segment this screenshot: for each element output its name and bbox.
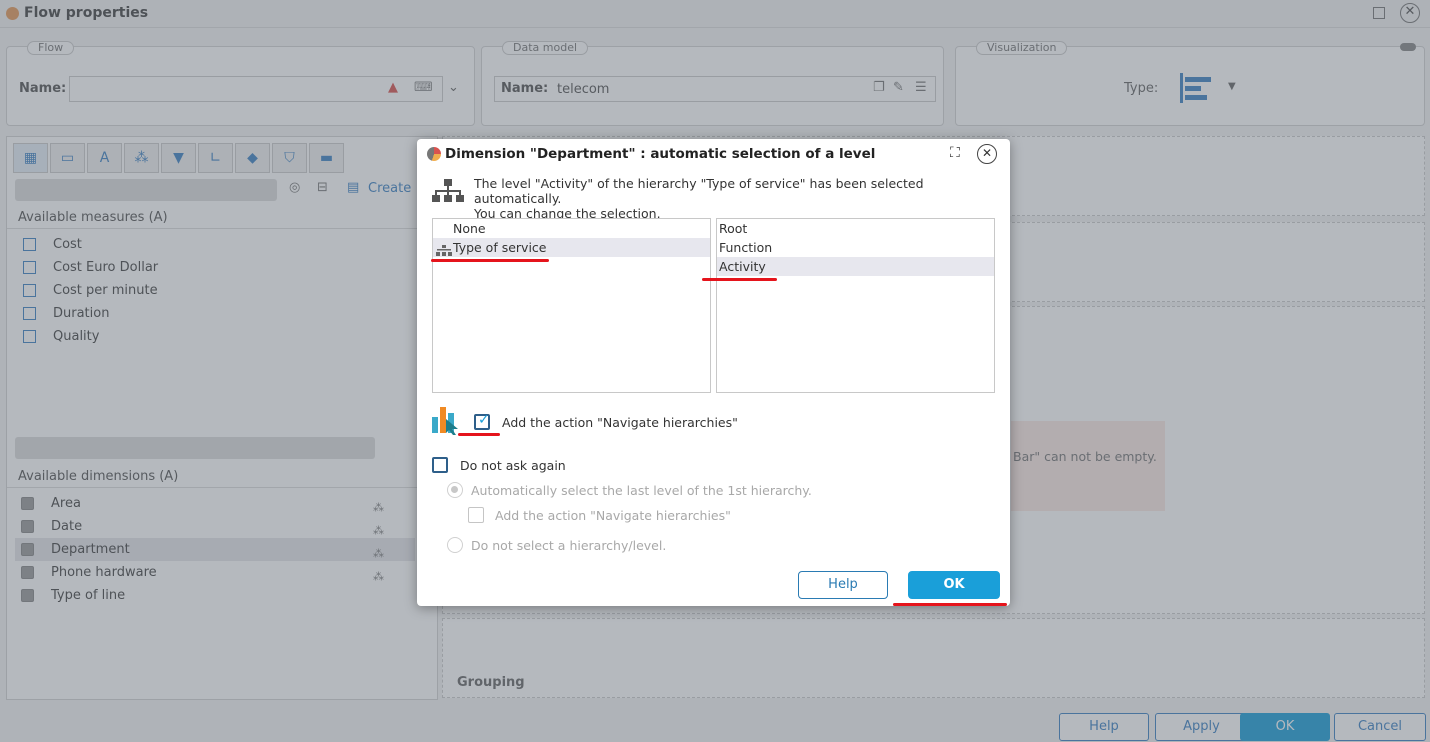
do-not-ask-label: Do not ask again: [460, 458, 566, 473]
message-line-1: The level "Activity" of the hierarchy "T…: [474, 176, 924, 206]
level-list: Root Function Activity: [716, 218, 995, 393]
sub-add-action-label: Add the action "Navigate hierarchies": [495, 508, 731, 523]
dialog-message: The level "Activity" of the hierarchy "T…: [474, 176, 1010, 221]
no-select-label: Do not select a hierarchy/level.: [471, 538, 667, 553]
auto-select-label: Automatically select the last level of t…: [471, 483, 812, 498]
do-not-ask-checkbox[interactable]: [432, 457, 448, 473]
maximize-icon[interactable]: ⛶: [950, 146, 962, 160]
hierarchy-list: None Type of service: [432, 218, 711, 393]
hierarchy-icon: [432, 179, 464, 207]
hierarchy-item-type-of-service[interactable]: Type of service: [433, 238, 710, 257]
checkmark-icon: ✓: [478, 412, 490, 428]
annotation-underline: [458, 433, 500, 436]
dialog-app-icon: [427, 147, 441, 161]
no-select-radio[interactable]: [447, 537, 463, 553]
radio-dot: [451, 486, 458, 493]
hierarchy-item-none[interactable]: None: [433, 219, 710, 238]
add-action-label: Add the action "Navigate hierarchies": [502, 415, 738, 430]
dialog-close-button[interactable]: ✕: [977, 144, 997, 164]
add-action-checkbox[interactable]: ✓: [474, 412, 490, 430]
dialog-help-button[interactable]: Help: [798, 571, 888, 599]
level-selection-dialog: Dimension "Department" : automatic selec…: [417, 139, 1010, 606]
annotation-underline: [893, 603, 1007, 606]
navigate-hierarchies-icon: [432, 407, 466, 435]
annotation-underline: [431, 259, 549, 262]
level-item-function[interactable]: Function: [717, 238, 994, 257]
dialog-ok-button[interactable]: OK: [908, 571, 1000, 599]
sub-add-action-checkbox[interactable]: [468, 507, 484, 523]
dialog-title: Dimension "Department" : automatic selec…: [445, 146, 876, 162]
level-item-root[interactable]: Root: [717, 219, 994, 238]
auto-select-radio[interactable]: [447, 482, 463, 498]
level-item-activity[interactable]: Activity: [717, 257, 994, 276]
annotation-underline: [702, 278, 777, 281]
